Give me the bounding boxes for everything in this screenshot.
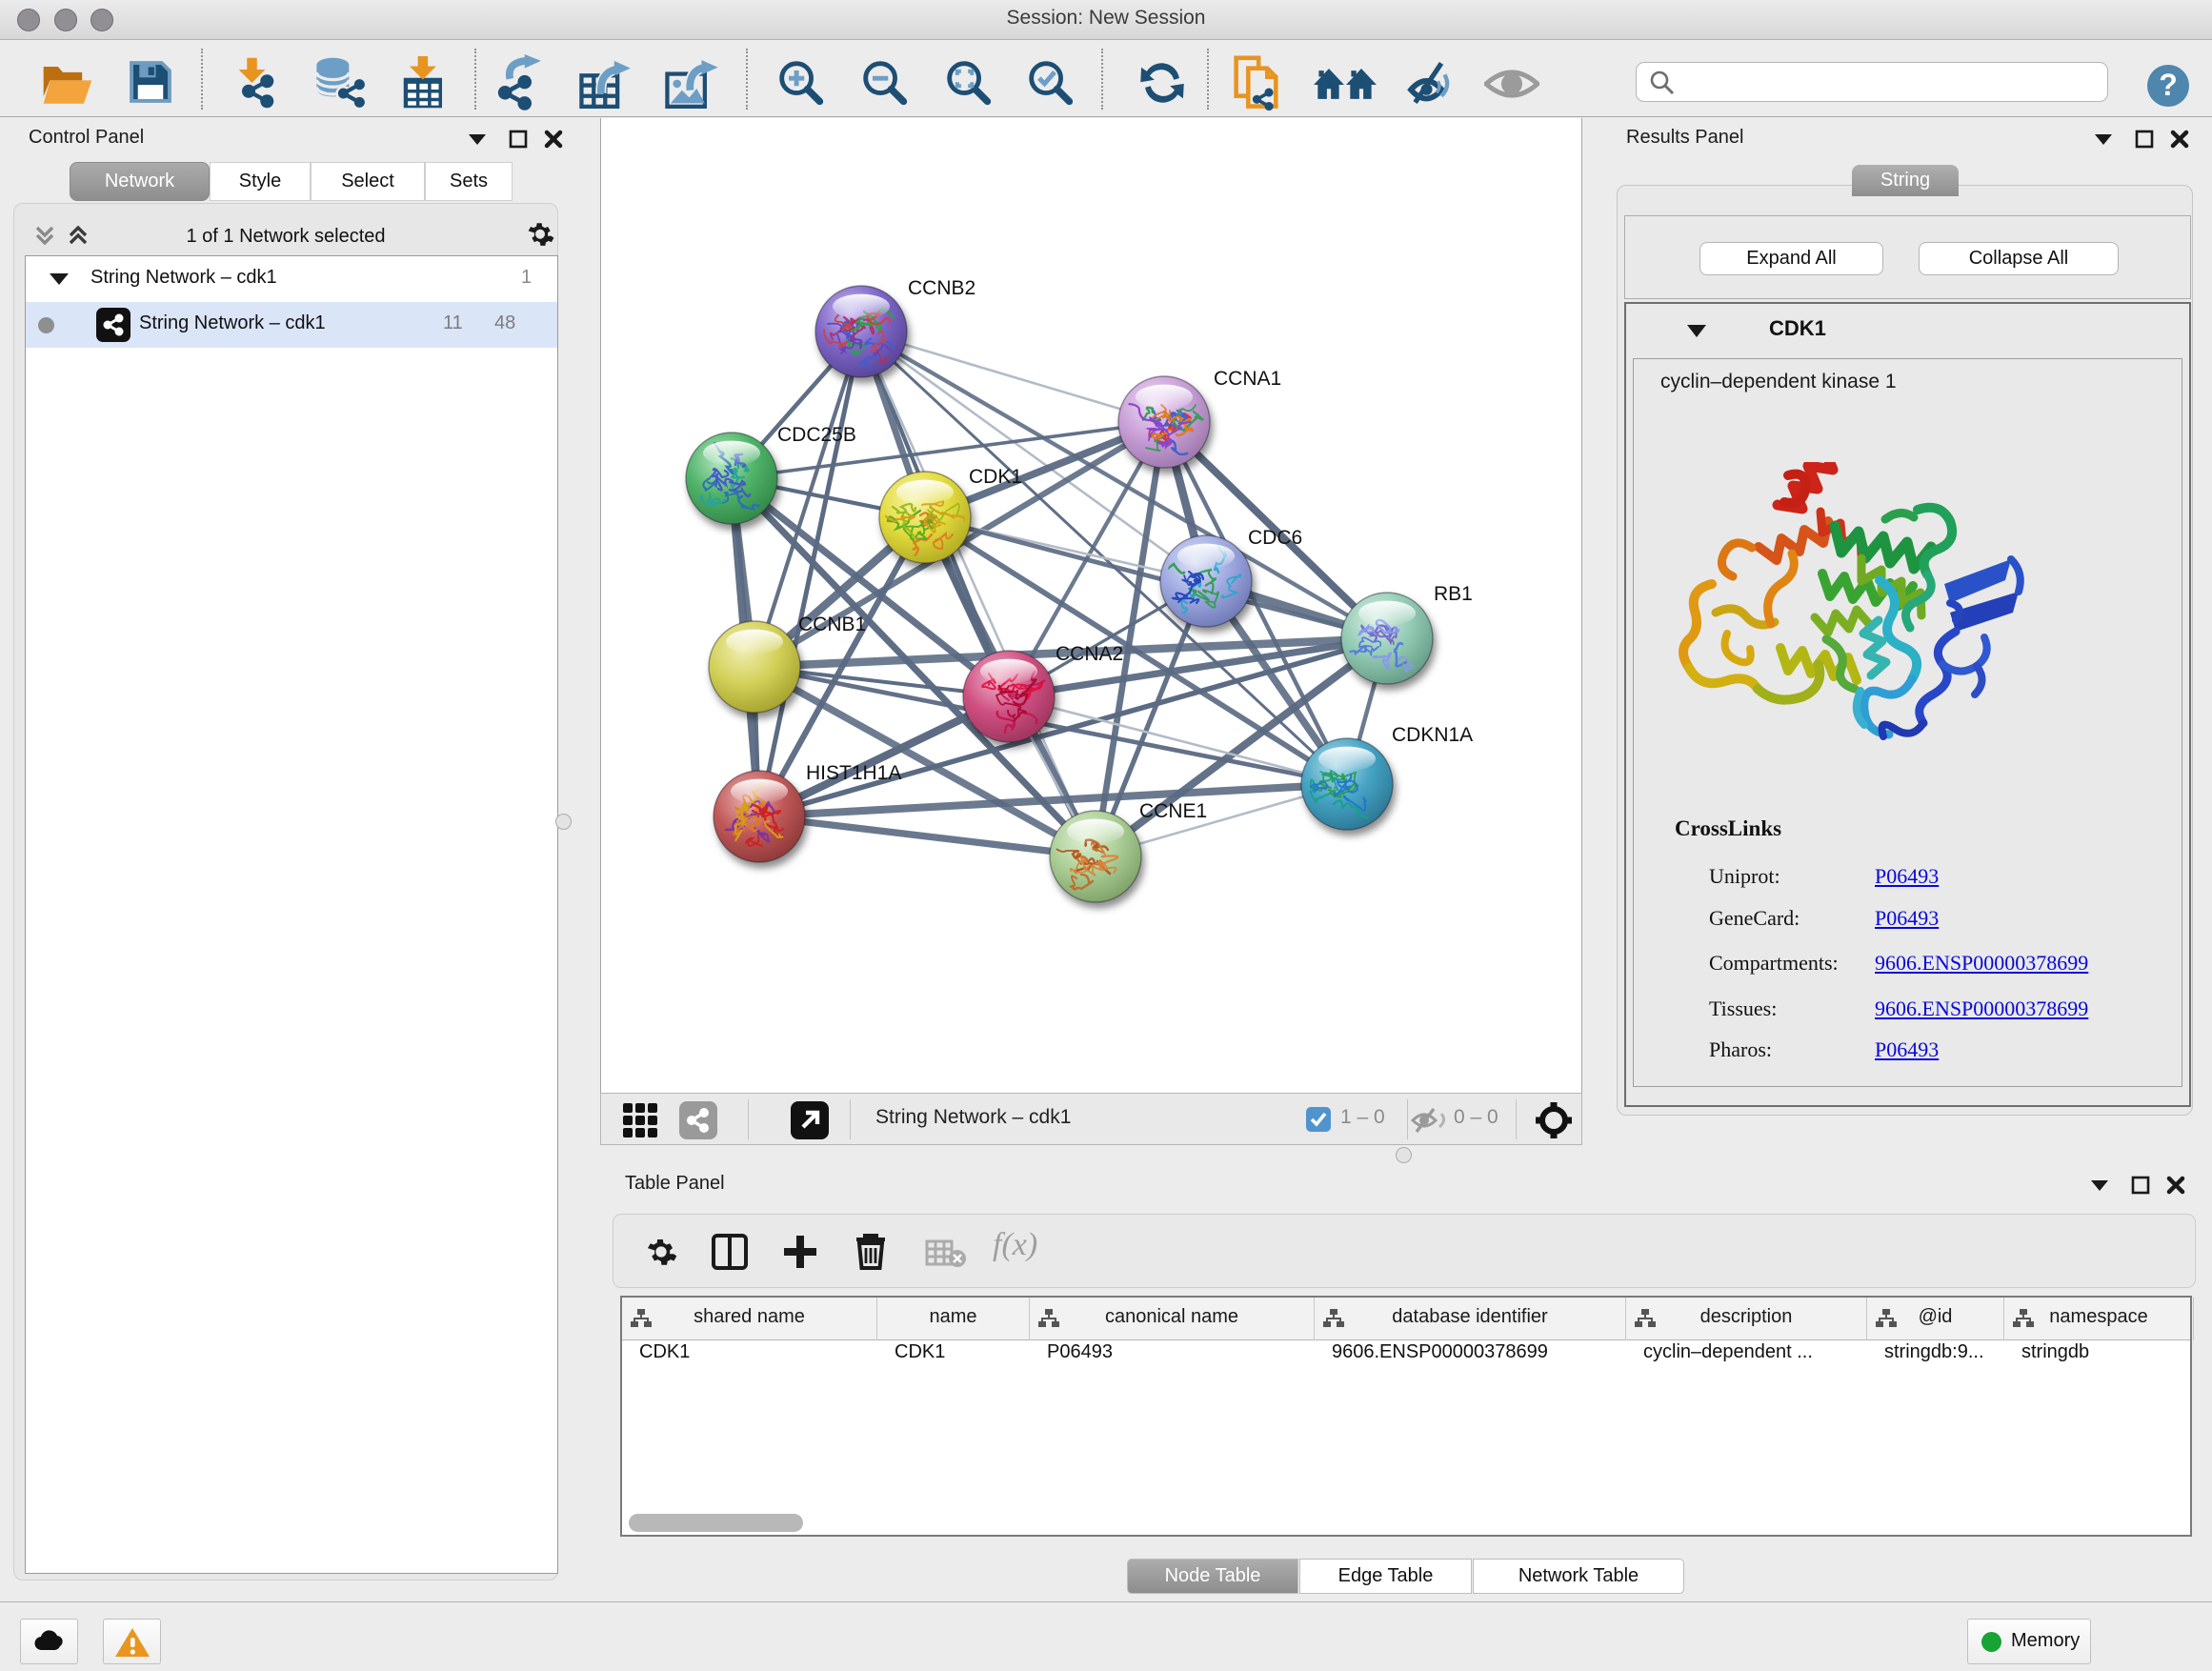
svg-text:CDKN1A: CDKN1A <box>1392 724 1473 746</box>
svg-text:RB1: RB1 <box>1434 583 1473 605</box>
svg-text:CCNB1: CCNB1 <box>798 614 866 635</box>
svg-text:CCNA2: CCNA2 <box>1056 643 1123 665</box>
svg-text:CCNB2: CCNB2 <box>908 277 975 299</box>
svg-text:CDK1: CDK1 <box>969 466 1022 488</box>
svg-text:CCNA1: CCNA1 <box>1214 368 1281 390</box>
svg-text:?: ? <box>2159 68 2178 102</box>
svg-text:CDC25B: CDC25B <box>777 424 856 446</box>
svg-text:CDC6: CDC6 <box>1248 527 1302 549</box>
svg-text:HIST1H1A: HIST1H1A <box>806 762 901 784</box>
svg-text:CCNE1: CCNE1 <box>1139 800 1207 822</box>
